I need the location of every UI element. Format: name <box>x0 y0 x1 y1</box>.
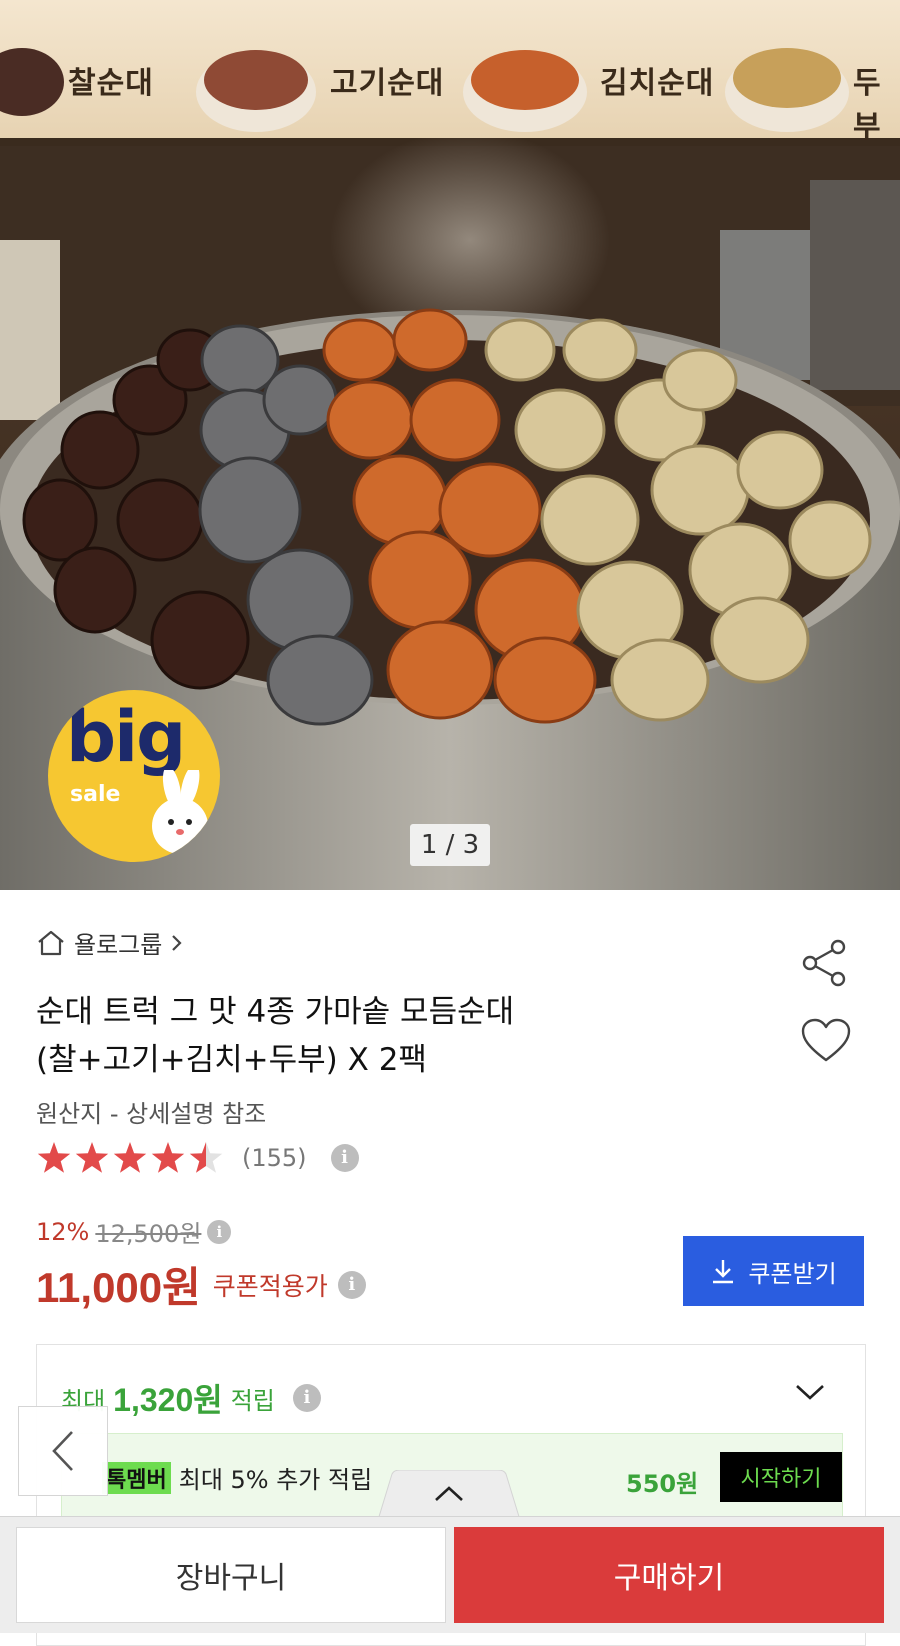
chevron-down-icon[interactable] <box>793 1381 827 1403</box>
points-amount: 1,320원 <box>113 1382 223 1418</box>
product-title: 순대 트럭 그 맛 4종 가마솥 모듬순대 (찰+고기+김치+두부) X 2팩 <box>36 988 736 1084</box>
star-icon <box>151 1142 185 1173</box>
member-badge: 톡멤버 <box>102 1461 171 1494</box>
product-title-line: (찰+고기+김치+두부) X 2팩 <box>36 1042 427 1078</box>
heart-icon[interactable] <box>801 1018 851 1064</box>
star-icon <box>75 1142 109 1173</box>
start-membership-button[interactable]: 시작하기 <box>720 1452 842 1502</box>
rating[interactable]: (155) i <box>36 1140 359 1176</box>
info-icon[interactable]: i <box>292 1384 321 1412</box>
price-row: 11,000원 쿠폰적용가 i <box>36 1254 366 1315</box>
add-to-cart-button[interactable]: 장바구니 <box>16 1527 446 1623</box>
chevron-right-icon <box>172 934 182 951</box>
product-title-line: 순대 트럭 그 맛 4종 가마솥 모듬순대 <box>36 994 515 1030</box>
back-button[interactable] <box>18 1406 108 1496</box>
store-name: 욜로그룹 <box>74 931 163 959</box>
price-label: 쿠폰적용가 <box>212 1271 328 1301</box>
chevron-left-icon <box>52 1431 73 1471</box>
star-icon <box>37 1142 71 1173</box>
info-icon[interactable]: i <box>207 1219 232 1244</box>
coupon-download-button[interactable]: 쿠폰받기 <box>683 1236 864 1306</box>
points-suffix: 적립 <box>230 1386 275 1415</box>
badge-big-text: big <box>66 696 186 778</box>
original-price: 12,500원 <box>95 1220 202 1248</box>
bottom-action-bar: 장바구니 구매하기 <box>0 1516 900 1633</box>
info-icon[interactable]: i <box>337 1270 366 1299</box>
product-image[interactable]: 찰순대 고기순대 김치순대 두부 big sale 1 / 3 <box>0 0 900 890</box>
image-counter: 1 / 3 <box>410 824 490 866</box>
review-count[interactable]: (155) <box>242 1144 307 1172</box>
star-rating <box>37 1142 223 1173</box>
member-points-amount: 550원 <box>626 1470 699 1498</box>
badge-sale-text: sale <box>70 782 121 807</box>
bunny-icon <box>152 770 208 854</box>
star-icon <box>113 1142 147 1173</box>
discount-row: 12% 12,500원 i <box>36 1214 232 1249</box>
home-icon <box>38 930 64 955</box>
sign-label: 김치순대 <box>600 66 715 101</box>
coupon-button-label: 쿠폰받기 <box>748 1259 837 1288</box>
info-icon[interactable]: i <box>330 1144 359 1172</box>
origin-info: 원산지 - 상세설명 참조 <box>36 1100 267 1128</box>
member-description: 최대 5% 추가 적립 <box>178 1466 373 1494</box>
big-sale-badge: big sale <box>48 690 220 862</box>
sale-price: 11,000원 <box>36 1264 201 1311</box>
store-link[interactable]: 욜로그룹 <box>36 925 184 960</box>
sign-label: 두부 <box>853 66 882 145</box>
bottom-sheet-handle[interactable] <box>378 1470 520 1520</box>
buy-now-button[interactable]: 구매하기 <box>454 1527 884 1623</box>
sign-label: 고기순대 <box>330 66 445 101</box>
member-promo-text: 톡멤버 최대 5% 추가 적립 <box>102 1460 372 1495</box>
sign-label: 찰순대 <box>68 66 154 101</box>
share-icon[interactable] <box>800 938 850 988</box>
download-icon <box>713 1260 734 1284</box>
star-icon <box>189 1142 223 1173</box>
discount-percent: 12% <box>36 1217 90 1246</box>
